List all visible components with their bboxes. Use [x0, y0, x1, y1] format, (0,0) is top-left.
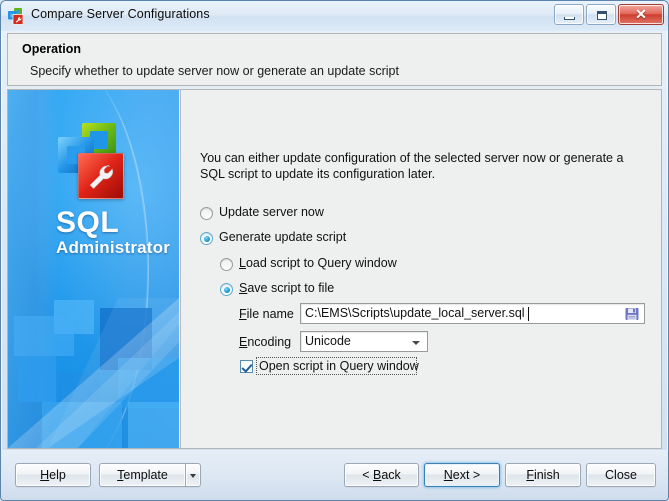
minimize-icon	[564, 17, 575, 20]
dialog-window: Compare Server Configurations ✕ Operatio…	[0, 0, 669, 501]
text-caret	[528, 307, 529, 321]
radio-update-server-now-label[interactable]: Update server now	[219, 205, 324, 219]
radio-update-server-now[interactable]	[200, 207, 213, 220]
file-name-label-rest: ile name	[246, 307, 294, 321]
close-dialog-button[interactable]: Close	[586, 463, 656, 487]
brand-name-secondary: Administrator	[56, 238, 171, 257]
radio-save-script-to-file[interactable]	[220, 283, 233, 296]
finish-button[interactable]: Finish	[505, 463, 581, 487]
radio-load-script-to-query-window-label[interactable]: Load script to Query window	[239, 256, 397, 270]
encoding-label: Encoding	[239, 335, 292, 349]
dialog-footer: Help Template < Back Next > Finish Close	[1, 450, 668, 500]
wizard-body: SQL Administrator You can either update …	[7, 89, 662, 449]
encoding-label-rest: ncoding	[247, 335, 292, 349]
radio-load-label-rest: oad script to Query window	[245, 256, 397, 270]
intro-text: You can either update configuration of t…	[200, 151, 624, 181]
radio-generate-update-script[interactable]	[200, 232, 213, 245]
next-button-label-rest: ext >	[452, 468, 481, 482]
page-subtitle: Specify whether to update server now or …	[30, 64, 399, 78]
minimize-button[interactable]	[554, 4, 584, 25]
encoding-select[interactable]: Unicode	[300, 331, 428, 352]
file-name-label: File name	[239, 307, 294, 321]
radio-generate-update-script-label[interactable]: Generate update script	[219, 230, 346, 244]
sql-administrator-logo-icon	[56, 123, 132, 199]
template-button-label-rest: emplate	[123, 468, 168, 482]
open-script-checkbox[interactable]	[240, 360, 253, 373]
page-title: Operation	[22, 42, 82, 56]
back-button[interactable]: < Back	[344, 463, 419, 487]
floppy-save-icon[interactable]	[625, 307, 639, 321]
finish-button-label-rest: inish	[533, 468, 560, 482]
help-button-label-rest: elp	[49, 468, 66, 482]
file-name-value: C:\EMS\Scripts\update_local_server.sql	[305, 306, 525, 320]
template-dropdown-button[interactable]	[185, 463, 201, 487]
branding-sidebar: SQL Administrator	[8, 90, 179, 448]
open-script-checkbox-label[interactable]: Open script in Query window	[259, 359, 419, 373]
close-icon: ✕	[635, 6, 647, 22]
radio-load-script-to-query-window[interactable]	[220, 258, 233, 271]
window-title: Compare Server Configurations	[31, 7, 210, 21]
radio-save-script-to-file-label[interactable]: Save script to file	[239, 281, 334, 295]
app-logo-icon	[8, 8, 25, 25]
wrench-icon	[89, 164, 113, 189]
wizard-content: You can either update configuration of t…	[180, 90, 661, 448]
close-button[interactable]: ✕	[618, 4, 664, 25]
sidebar-geometric-art	[8, 298, 179, 448]
back-button-label-rest: ack	[381, 468, 401, 482]
chevron-down-icon[interactable]	[412, 341, 420, 345]
help-button[interactable]: Help	[15, 463, 91, 487]
chevron-down-icon	[190, 474, 196, 478]
wizard-header: Operation Specify whether to update serv…	[7, 33, 662, 86]
file-name-input[interactable]: C:\EMS\Scripts\update_local_server.sql	[300, 303, 645, 324]
maximize-icon	[597, 11, 607, 20]
window-controls: ✕	[554, 4, 664, 25]
encoding-value: Unicode	[305, 334, 351, 348]
template-button[interactable]: Template	[99, 463, 185, 487]
next-button[interactable]: Next >	[424, 463, 500, 487]
title-bar[interactable]: Compare Server Configurations ✕	[1, 1, 668, 31]
back-button-label-pre: <	[362, 468, 373, 482]
brand-name-primary: SQL	[56, 206, 120, 239]
radio-save-label-rest: ave script to file	[247, 281, 335, 295]
maximize-button[interactable]	[586, 4, 616, 25]
